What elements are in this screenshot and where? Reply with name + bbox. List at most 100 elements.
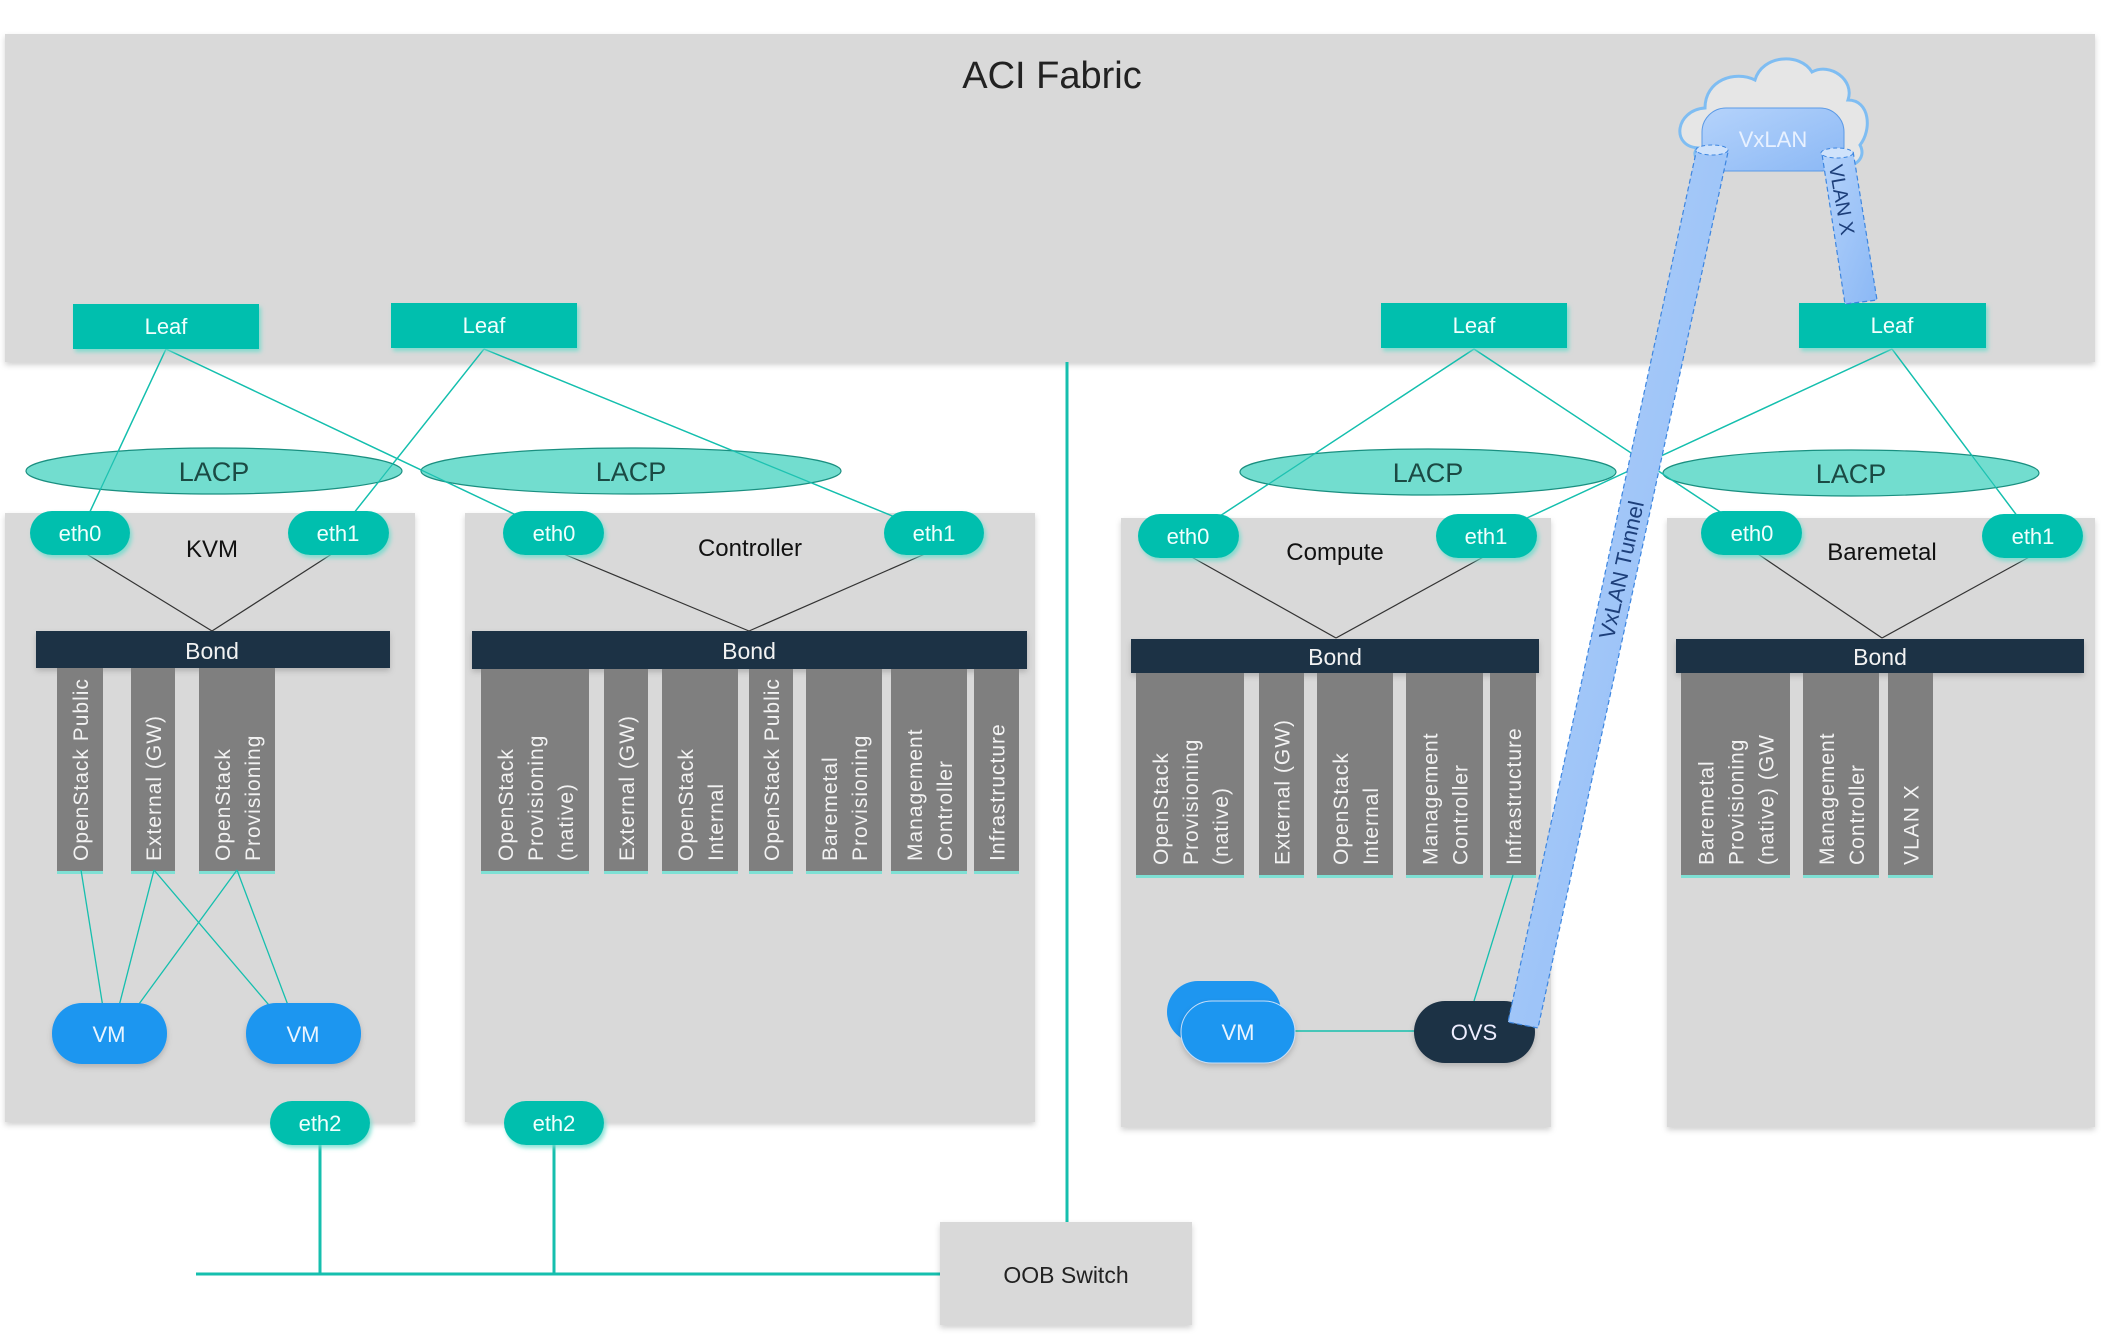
svg-text:eth0: eth0	[1731, 521, 1774, 546]
vlan-label: OpenStack Public	[70, 678, 93, 861]
nic-eth0[interactable]: eth0	[503, 511, 604, 555]
vlan-network[interactable]: OpenStack Internal	[1317, 673, 1393, 878]
vlan-list: Baremetal Provisioning (native) (GW Managem…	[1681, 673, 1933, 878]
fabric-title: ACI Fabric	[962, 55, 1141, 97]
bond-interface[interactable]: Bond	[1131, 639, 1539, 673]
svg-text:OVS: OVS	[1451, 1020, 1497, 1045]
server-name-baremetal: Baremetal	[1827, 539, 1936, 566]
vlan-label: Internal	[705, 783, 728, 861]
vlan-network[interactable]: Management Controller	[1406, 673, 1483, 878]
server-name-kvm: KVM	[186, 536, 238, 563]
nic-eth2-kvm[interactable]: eth2	[270, 1101, 370, 1145]
vlan-network[interactable]: Management Controller	[891, 669, 967, 874]
vlan-label: Provisioning	[1726, 739, 1749, 865]
svg-text:Leaf: Leaf	[463, 313, 507, 338]
vlan-label: Management	[904, 728, 927, 861]
vlan-list: OpenStack Public External (GW) OpenStack Pr…	[57, 668, 275, 874]
vlan-label: Provisioning	[1180, 739, 1203, 865]
vlan-label: External (GW)	[1272, 719, 1295, 865]
svg-text:eth2: eth2	[533, 1111, 576, 1136]
vlan-network[interactable]: Infrastructure	[974, 669, 1019, 874]
vlan-label: External (GW)	[143, 715, 166, 861]
vlan-label: OpenStack	[495, 748, 518, 861]
svg-text:eth2: eth2	[299, 1111, 342, 1136]
svg-text:VxLAN Tunnel: VxLAN Tunnel	[1594, 499, 1649, 642]
vlan-network[interactable]: External (GW)	[131, 668, 175, 874]
svg-text:LACP: LACP	[596, 457, 667, 487]
svg-text:Leaf: Leaf	[1871, 313, 1915, 338]
vlan-label: Internal	[1360, 787, 1383, 865]
oob-switch[interactable]: OOB Switch	[940, 1222, 1192, 1325]
vlan-label: OpenStack	[1150, 752, 1173, 865]
svg-text:eth0: eth0	[533, 521, 576, 546]
vlan-label: Provisioning	[242, 735, 265, 861]
bond-interface[interactable]: Bond	[1676, 639, 2084, 673]
svg-text:eth1: eth1	[1465, 524, 1508, 549]
svg-text:VM: VM	[93, 1022, 126, 1047]
vlan-network[interactable]: Infrastructure	[1490, 673, 1536, 878]
nic-eth0[interactable]: eth0	[1138, 514, 1239, 558]
vlan-label: (native) (GW	[1756, 734, 1779, 865]
vlan-label: OpenStack	[675, 748, 698, 861]
svg-text:Leaf: Leaf	[145, 314, 189, 339]
leaf-switch-1[interactable]: Leaf	[73, 304, 259, 349]
bond-interface[interactable]: Bond	[472, 631, 1027, 669]
vlan-network[interactable]: OpenStack Public	[57, 668, 103, 874]
vlan-network[interactable]: OpenStack Internal	[662, 669, 738, 874]
vlan-label: Management	[1420, 732, 1443, 865]
server-name-compute: Compute	[1286, 539, 1383, 566]
vlan-network[interactable]: External (GW)	[604, 669, 648, 874]
vlan-label: VLAN X	[1901, 784, 1924, 865]
vm-2[interactable]: VM	[246, 1003, 361, 1064]
svg-text:VM: VM	[1222, 1020, 1255, 1045]
vlan-label: Provisioning	[849, 735, 872, 861]
svg-text:eth1: eth1	[317, 521, 360, 546]
oob-network: eth2 eth2 OOB Switch	[196, 1101, 1192, 1325]
nic-eth0[interactable]: eth0	[1701, 511, 1802, 555]
vlan-label: Baremetal	[819, 756, 842, 861]
vlan-label: Provisioning	[525, 735, 548, 861]
vlan-label: OpenStack	[1330, 752, 1353, 865]
vm-1[interactable]: VM	[52, 1003, 167, 1064]
vlan-list: OpenStack Provisioning (native) External (G…	[1136, 673, 1536, 878]
vlan-network[interactable]: OpenStack Provisioning (native)	[1136, 673, 1244, 878]
leaf-switch-2[interactable]: Leaf	[391, 303, 577, 348]
nic-eth0[interactable]: eth0	[30, 511, 130, 555]
vlan-label: OpenStack	[212, 748, 235, 861]
vlan-label: OpenStack Public	[761, 678, 784, 861]
vlan-label: (native)	[1210, 787, 1233, 865]
server-name-controller: Controller	[698, 535, 802, 562]
network-diagram: ACI Fabric LACP LACP LACP LACP Leaf Leaf…	[5, 34, 2095, 1325]
svg-text:Bond: Bond	[185, 638, 239, 664]
svg-text:Bond: Bond	[1853, 644, 1907, 670]
nic-eth1[interactable]: eth1	[288, 511, 389, 555]
svg-text:Bond: Bond	[722, 638, 776, 664]
vlan-network[interactable]: Baremetal Provisioning (native) (GW	[1681, 673, 1790, 878]
leaf-switch-4[interactable]: Leaf	[1799, 303, 1986, 348]
svg-text:OOB Switch: OOB Switch	[1003, 1262, 1128, 1288]
vlan-label: (native)	[555, 783, 578, 861]
vlan-network[interactable]: OpenStack Public	[749, 669, 793, 874]
leaf-switch-3[interactable]: Leaf	[1381, 303, 1567, 348]
bond-interface[interactable]: Bond	[36, 631, 390, 668]
nic-eth1[interactable]: eth1	[1982, 514, 2083, 558]
svg-text:LACP: LACP	[1393, 458, 1464, 488]
nic-eth1[interactable]: eth1	[884, 511, 984, 555]
vlan-network[interactable]: Management Controller	[1803, 673, 1879, 878]
nic-eth1[interactable]: eth1	[1436, 514, 1537, 558]
nic-eth2-controller[interactable]: eth2	[504, 1101, 604, 1145]
vlan-network[interactable]: External (GW)	[1259, 673, 1304, 878]
svg-text:LACP: LACP	[179, 457, 250, 487]
vlan-label: Baremetal	[1696, 760, 1719, 865]
vlan-label: Infrastructure	[1503, 727, 1526, 865]
vlan-network[interactable]: Baremetal Provisioning	[806, 669, 882, 874]
vlan-network[interactable]: VLAN X	[1888, 673, 1933, 878]
lacp-group-1: LACP	[25, 447, 403, 495]
vlan-label: External (GW)	[616, 715, 639, 861]
lacp-group-4: LACP	[1662, 449, 2040, 497]
vlan-network[interactable]: OpenStack Provisioning	[199, 668, 275, 874]
vlan-network[interactable]: OpenStack Provisioning (native)	[481, 669, 589, 874]
vlan-label: Controller	[934, 760, 957, 861]
svg-text:eth1: eth1	[2012, 524, 2055, 549]
svg-text:VM: VM	[287, 1022, 320, 1047]
